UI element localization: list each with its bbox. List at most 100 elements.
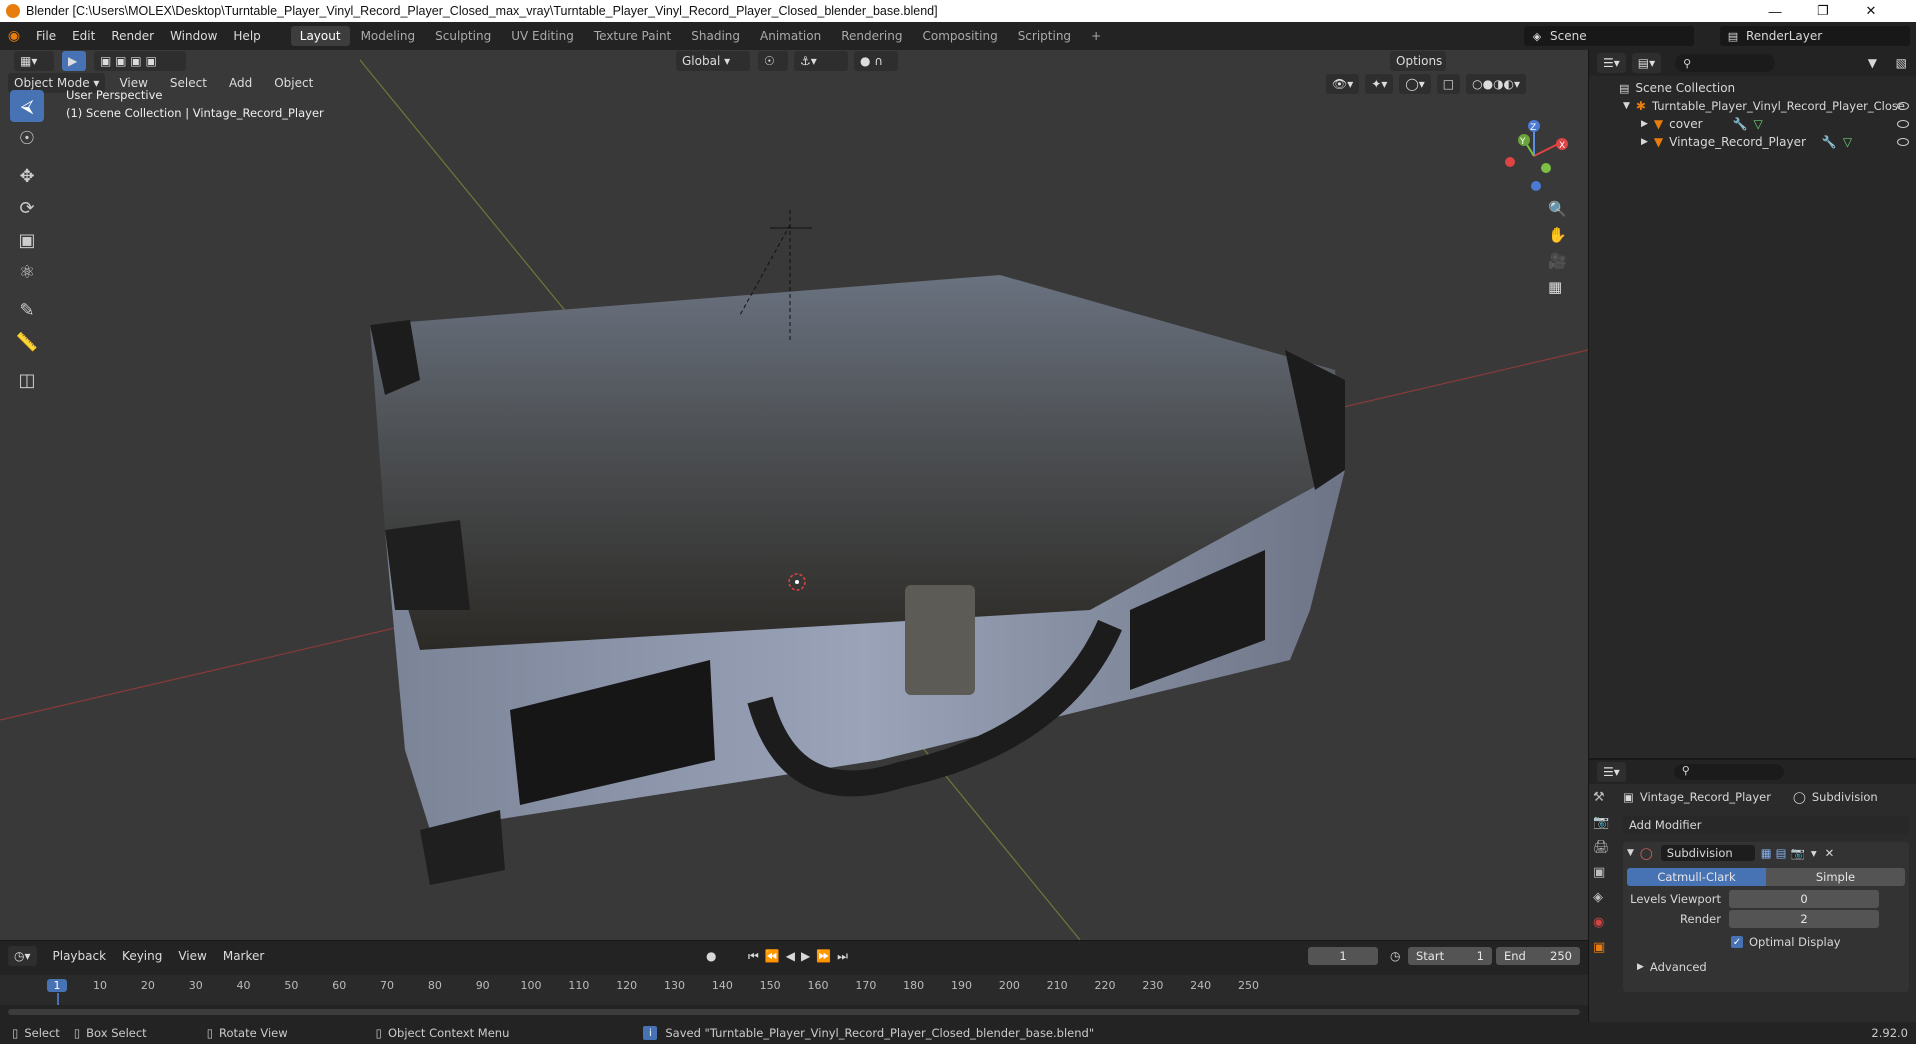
- tab-shading[interactable]: Shading: [682, 26, 749, 46]
- render-tab-icon[interactable]: 📷: [1593, 815, 1615, 830]
- view-layer-tab-icon[interactable]: ▣: [1593, 865, 1615, 880]
- render-levels-field[interactable]: 2: [1729, 910, 1879, 928]
- measure-tool-icon[interactable]: 📏: [10, 326, 44, 358]
- pivot-icon[interactable]: ☉: [758, 51, 788, 71]
- menu-keying[interactable]: Keying: [114, 949, 170, 963]
- menu-select[interactable]: Select: [162, 76, 215, 90]
- render-layer-selector[interactable]: ▤ RenderLayer: [1720, 26, 1910, 46]
- tab-animation[interactable]: Animation: [751, 26, 830, 46]
- blender-menu-icon[interactable]: ◉: [0, 28, 28, 44]
- 3d-viewport[interactable]: ▦▾ ▶ ▣ ▣ ▣ ▣ Global ▾ ☉ ⚓▾ ● ∩ Options O…: [0, 50, 1588, 940]
- object-tab-icon[interactable]: ▣: [1593, 940, 1615, 955]
- timeline-frame-ruler[interactable]: 1 10 20 30 40 50 60 70 80 90 100 110 120 130 140 150 160…: [0, 975, 1588, 1005]
- modifier-wrench-icon[interactable]: 🔧: [1733, 117, 1748, 131]
- add-cube-tool-icon[interactable]: ◫: [10, 364, 44, 396]
- close-icon[interactable]: ✕: [1848, 0, 1894, 22]
- properties-editor-icon[interactable]: ☰▾: [1597, 762, 1626, 782]
- expand-arrow-icon[interactable]: ▶: [1641, 137, 1648, 147]
- cursor-tool-icon[interactable]: ☉: [10, 122, 44, 154]
- xray-icon[interactable]: □: [1436, 74, 1461, 94]
- perspective-toggle-icon[interactable]: ▦: [1548, 278, 1567, 296]
- menu-object[interactable]: Object: [266, 76, 321, 90]
- remove-modifier-icon[interactable]: ✕: [1825, 846, 1835, 860]
- world-tab-icon[interactable]: ◉: [1593, 915, 1615, 930]
- playhead-line[interactable]: [57, 993, 59, 1005]
- tab-scripting[interactable]: Scripting: [1009, 26, 1080, 46]
- scene-tab-icon[interactable]: ◈: [1593, 890, 1615, 905]
- scale-tool-icon[interactable]: ▣: [10, 224, 44, 256]
- pan-hand-icon[interactable]: ✋: [1548, 226, 1567, 244]
- outliner-item-cover[interactable]: ▶ ▼ cover 🔧 ▽: [1589, 114, 1916, 134]
- tab-layout[interactable]: Layout: [290, 26, 350, 46]
- visibility-icon[interactable]: 👁▾: [1326, 74, 1360, 94]
- menu-edit[interactable]: Edit: [64, 29, 103, 43]
- end-frame-field[interactable]: End 250: [1496, 947, 1580, 965]
- menu-file[interactable]: File: [28, 29, 64, 43]
- optimal-display-checkbox[interactable]: ✓: [1731, 936, 1743, 948]
- modifier-menu-icon[interactable]: ▾: [1811, 846, 1817, 860]
- menu-add[interactable]: Add: [221, 76, 260, 90]
- tab-sculpting[interactable]: Sculpting: [426, 26, 500, 46]
- rotate-tool-icon[interactable]: ⟳: [10, 192, 44, 224]
- mesh-data-icon[interactable]: ▽: [1753, 117, 1762, 131]
- move-tool-icon[interactable]: ✥: [10, 160, 44, 192]
- menu-render[interactable]: Render: [103, 29, 162, 43]
- visibility-eye-icon[interactable]: [1897, 138, 1909, 146]
- outliner-item-scene-collection[interactable]: ▤ Scene Collection: [1589, 78, 1916, 98]
- timeline-editor-icon[interactable]: ◷▾: [8, 946, 37, 966]
- record-icon[interactable]: ●: [706, 949, 716, 963]
- overlay-toggle-icon[interactable]: ◯▾: [1399, 74, 1431, 94]
- output-tab-icon[interactable]: 🖨: [1593, 840, 1615, 855]
- tab-texture-paint[interactable]: Texture Paint: [585, 26, 680, 46]
- advanced-subpanel[interactable]: ▶ Advanced: [1637, 960, 1707, 974]
- navigation-gizmo[interactable]: Z X Y: [1498, 112, 1578, 192]
- visibility-eye-icon[interactable]: [1897, 102, 1909, 110]
- outliner-item-vintage-record-player[interactable]: ▶ ▼ Vintage_Record_Player 🔧 ▽: [1589, 132, 1916, 152]
- mesh-data-icon[interactable]: ▽: [1843, 135, 1852, 149]
- proportional-edit-icon[interactable]: ● ∩: [854, 51, 898, 71]
- levels-viewport-field[interactable]: 0: [1729, 890, 1879, 908]
- visibility-eye-icon[interactable]: [1897, 120, 1909, 128]
- render-toggle-icon[interactable]: 📷: [1791, 846, 1805, 860]
- zoom-icon[interactable]: 🔍: [1548, 200, 1567, 218]
- minimize-icon[interactable]: —: [1752, 0, 1798, 22]
- editmode-toggle-icon[interactable]: ▦: [1761, 846, 1772, 860]
- filter-view-icon[interactable]: ▤▾: [1631, 53, 1662, 73]
- timeline-scrollbar[interactable]: [8, 1009, 1580, 1015]
- select-box-tool-icon[interactable]: ⮘: [10, 90, 44, 122]
- catmull-clark-button[interactable]: Catmull-Clark: [1627, 868, 1766, 886]
- snap-icon[interactable]: ⚓▾: [794, 51, 848, 71]
- transform-orientation[interactable]: Global ▾: [676, 51, 750, 71]
- menu-timeline-view[interactable]: View: [170, 949, 214, 963]
- outliner-search-input[interactable]: ⚲: [1675, 54, 1776, 72]
- simple-button[interactable]: Simple: [1766, 868, 1905, 886]
- menu-playback[interactable]: Playback: [45, 949, 115, 963]
- options-dropdown[interactable]: Options: [1390, 51, 1446, 71]
- menu-help[interactable]: Help: [225, 29, 268, 43]
- menu-marker[interactable]: Marker: [215, 949, 272, 963]
- transform-tool-icon[interactable]: ⚛: [10, 256, 44, 288]
- shading-mode-icons[interactable]: ○●◑◐▾: [1466, 74, 1527, 94]
- new-collection-icon[interactable]: ▧: [1896, 56, 1907, 70]
- current-frame-field[interactable]: 1: [1308, 947, 1378, 965]
- camera-view-icon[interactable]: 🎥: [1548, 252, 1567, 270]
- display-mode-icon[interactable]: ☰▾: [1597, 53, 1626, 73]
- add-workspace-button[interactable]: +: [1082, 26, 1110, 46]
- modifier-name-field[interactable]: Subdivision: [1660, 845, 1755, 861]
- restore-icon[interactable]: ❐: [1800, 0, 1846, 22]
- expand-arrow-icon[interactable]: ▼: [1623, 101, 1630, 111]
- add-modifier-dropdown[interactable]: Add Modifier: [1623, 816, 1909, 834]
- tab-modeling[interactable]: Modeling: [352, 26, 425, 46]
- gizmo-toggle-icon[interactable]: ✦▾: [1365, 74, 1394, 94]
- modifier-wrench-icon[interactable]: 🔧: [1822, 135, 1837, 149]
- filter-icon[interactable]: ▼: [1868, 56, 1877, 70]
- collapse-arrow-icon[interactable]: ▼: [1627, 848, 1634, 858]
- scene-selector[interactable]: ◈ Scene: [1524, 26, 1694, 46]
- playback-controls[interactable]: ⏮⏪◀▶⏩⏭: [748, 949, 854, 964]
- tab-rendering[interactable]: Rendering: [832, 26, 911, 46]
- viewport-toggle-icon[interactable]: ▤: [1776, 846, 1787, 860]
- tab-uv-editing[interactable]: UV Editing: [502, 26, 583, 46]
- expand-arrow-icon[interactable]: ▶: [1641, 119, 1648, 129]
- menu-window[interactable]: Window: [162, 29, 225, 43]
- tool-tab-icon[interactable]: ⚒: [1593, 790, 1615, 805]
